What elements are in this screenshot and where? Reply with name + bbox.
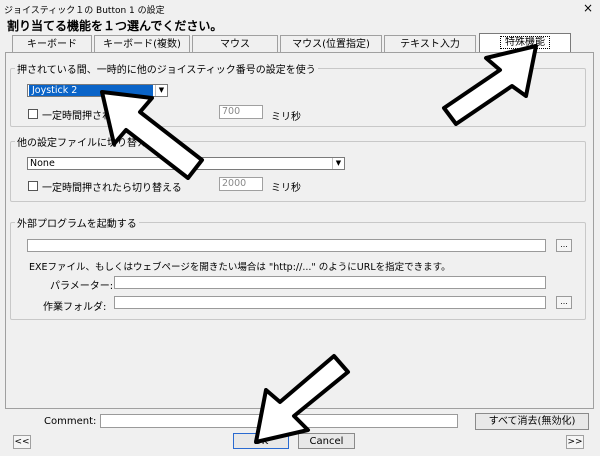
select-value: Joystick 2 [29,85,153,96]
tab-label: キーボード(複数) [103,39,181,50]
ms-unit-label: ミリ秒 [271,112,301,123]
switch-hold-label: 一定時間押されたら切り替える [42,183,182,194]
next-button[interactable]: >> [566,435,584,449]
hint-text: EXEファイル、もしくはウェブページを開きたい場合は "http://..." … [29,262,451,273]
comment-input[interactable] [100,414,458,428]
tab-keyboard[interactable]: キーボード [12,35,92,52]
prev-button[interactable]: << [13,435,31,449]
ok-button[interactable]: OK [233,433,289,449]
program-path-input[interactable] [27,239,546,252]
tab-label: 特殊機能 [500,36,550,49]
tab-label: キーボード [27,39,77,50]
select-value: None [30,158,55,169]
chevron-down-icon[interactable]: ▼ [332,158,344,169]
tab-text-input[interactable]: テキスト入力 [384,35,476,52]
tab-special[interactable]: 特殊機能 [479,33,571,53]
chevron-down-icon[interactable]: ▼ [155,85,167,96]
tab-keyboard-multi[interactable]: キーボード(複数) [94,35,190,52]
switch-ms-input[interactable]: 2000 [219,177,263,191]
hold-checkbox[interactable] [28,109,38,119]
tab-label: マウス [220,39,250,50]
group-legend: 他の設定ファイルに切り替え [17,138,147,149]
comment-label: Comment: [44,416,97,427]
window-title: ジョイスティック１の Button 1 の設定 [4,6,165,16]
title-bar: ジョイスティック１の Button 1 の設定 × [0,0,600,18]
group-legend: 押されている間、一時的に他のジョイスティック番号の設定を使う [17,65,316,76]
ms-unit-label: ミリ秒 [271,183,301,194]
close-button[interactable]: × [581,1,595,15]
folder-browse-button[interactable]: ... [556,296,572,309]
switch-hold-checkbox[interactable] [28,181,38,191]
clear-all-button[interactable]: すべて消去(無効化) [475,413,589,430]
cancel-button[interactable]: Cancel [298,433,355,449]
hold-ms-input[interactable]: 700 [219,105,263,119]
hold-checkbox-label: 一定時間押されたら [42,111,132,122]
parameter-label: パラメーター: [50,281,114,292]
tab-mouse-position[interactable]: マウス(位置指定) [280,35,382,52]
tab-label: マウス(位置指定) [292,39,370,50]
joystick-select[interactable]: Joystick 2 ▼ [27,84,168,97]
group-legend: 外部プログラムを起動する [17,219,137,230]
tab-mouse[interactable]: マウス [192,35,278,52]
tab-label: テキスト入力 [400,39,460,50]
config-file-select[interactable]: None ▼ [27,157,345,170]
page-title: 割り当てる機能を１つ選んでください。 [7,19,223,33]
work-folder-label: 作業フォルダ: [43,302,107,313]
work-folder-input[interactable] [114,296,546,309]
browse-button[interactable]: ... [556,239,572,252]
parameter-input[interactable] [114,276,546,289]
